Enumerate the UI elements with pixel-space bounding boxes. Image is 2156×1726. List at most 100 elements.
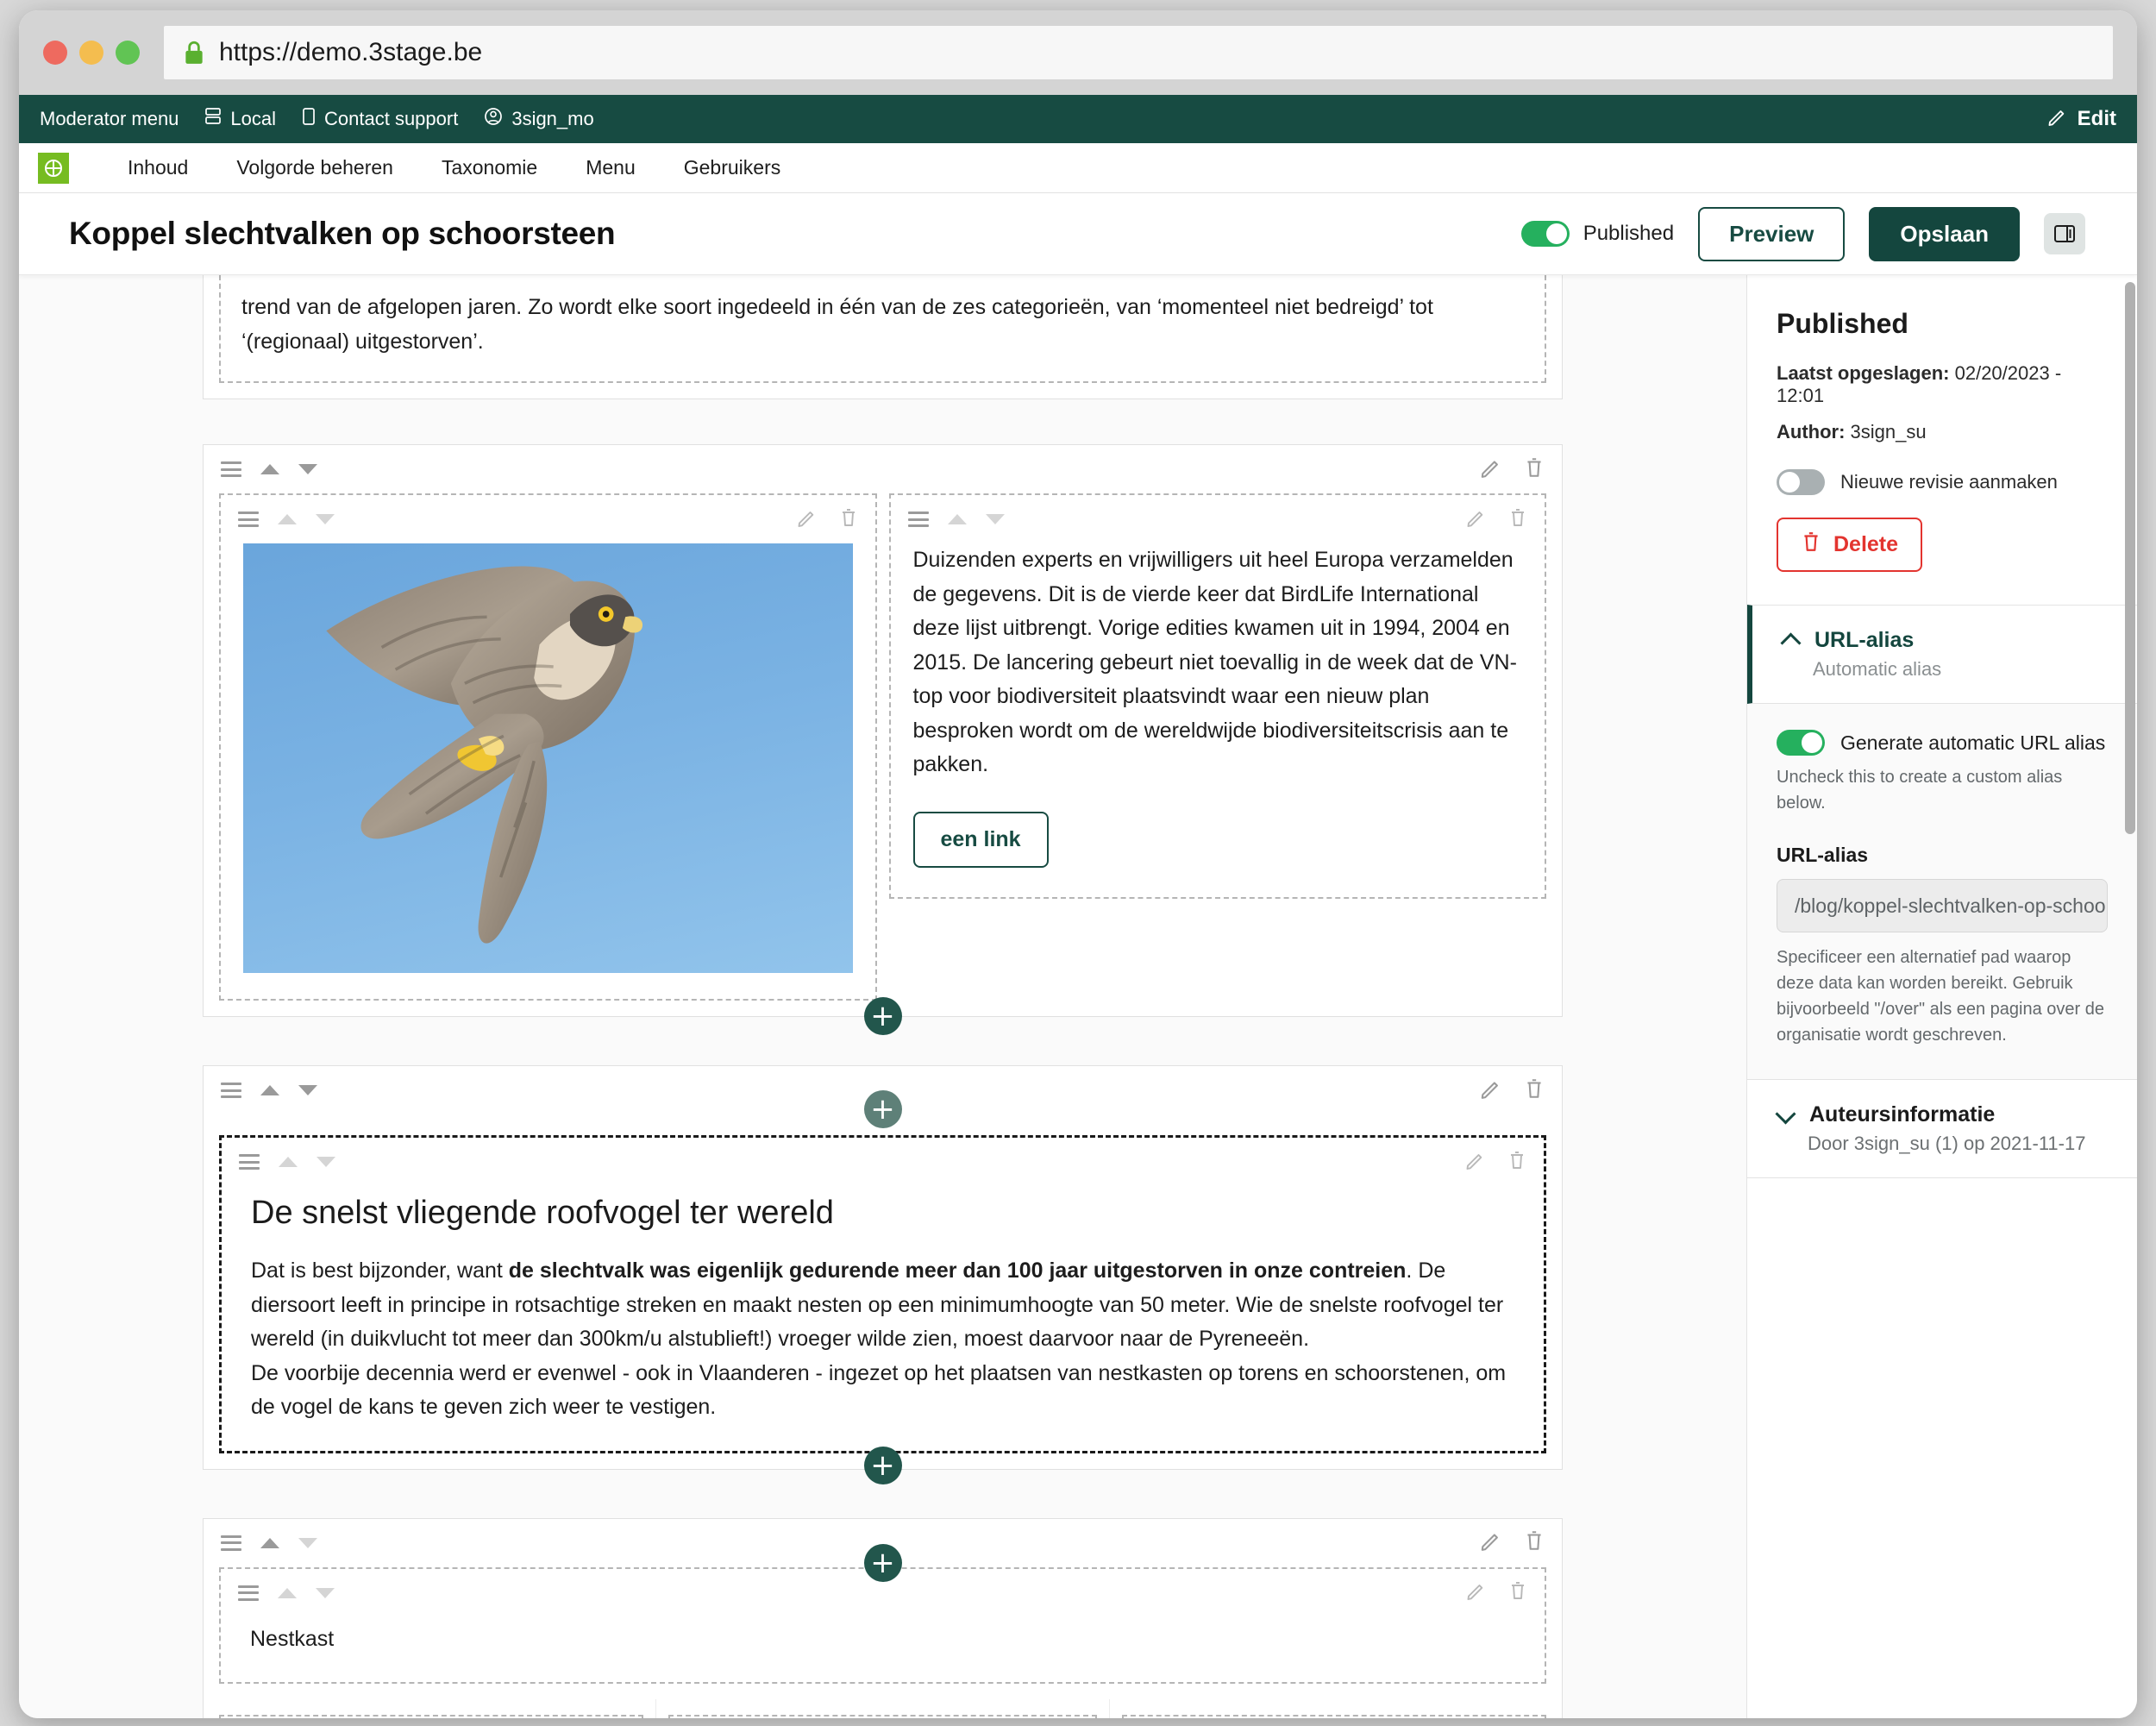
move-down-icon[interactable]: [316, 514, 335, 524]
nav-item-taxonomie[interactable]: Taxonomie: [417, 156, 561, 179]
layout-row-intro[interactable]: trend van de afgelopen jaren. Zo wordt e…: [203, 275, 1563, 399]
move-down-icon[interactable]: [317, 1157, 335, 1167]
author-info-section-header[interactable]: Auteursinformatie Door 3sign_su (1) op 2…: [1747, 1080, 2137, 1178]
block-text-and-link[interactable]: Duizenden experts en vrijwilligers uit h…: [888, 493, 1546, 899]
published-toggle[interactable]: [1520, 221, 1570, 247]
drag-handle-icon[interactable]: [221, 1083, 241, 1098]
three-col-cell-1: Toen er in 2011 herstellings- en: [204, 1699, 657, 1718]
move-down-icon[interactable]: [298, 464, 317, 474]
block-toolbar-text[interactable]: [891, 495, 1545, 543]
moderator-menu-item[interactable]: Moderator menu: [40, 108, 179, 130]
move-up-icon[interactable]: [260, 1537, 279, 1548]
url-alias-field-help: Specificeer een alternatief pad waarop d…: [1777, 948, 2104, 1045]
chevron-down-icon[interactable]: [1777, 1107, 1796, 1126]
pencil-edit-icon[interactable]: [1464, 1150, 1485, 1175]
nav-item-gebruikers[interactable]: Gebruikers: [660, 156, 805, 179]
maximize-window-button[interactable]: [116, 41, 140, 65]
move-up-icon[interactable]: [279, 1157, 298, 1167]
user-menu-item[interactable]: 3sign_mo: [484, 107, 594, 131]
preview-button[interactable]: Preview: [1698, 206, 1846, 261]
nav-item-volgorde-beheren[interactable]: Volgorde beheren: [212, 156, 417, 179]
trash-delete-icon[interactable]: [839, 507, 858, 532]
block-toolbar-image[interactable]: [221, 495, 875, 543]
generate-automatic-url-alias-toggle[interactable]: [1777, 730, 1825, 756]
pencil-edit-icon[interactable]: [1479, 1077, 1501, 1104]
block-image[interactable]: [219, 493, 877, 1001]
sidebar-scrollbar[interactable]: [2125, 282, 2135, 834]
pencil-edit-icon[interactable]: [1465, 507, 1486, 532]
block-heading-text-selected[interactable]: De snelst vliegende roofvogel ter wereld…: [219, 1135, 1546, 1453]
add-block-button-below-two-column[interactable]: +: [863, 997, 902, 1035]
drag-handle-icon[interactable]: [238, 1585, 259, 1601]
move-up-icon[interactable]: [278, 514, 297, 524]
move-down-icon[interactable]: [298, 1537, 317, 1548]
url-alias-header-row[interactable]: URL-alias: [1782, 628, 2108, 653]
move-down-icon[interactable]: [985, 514, 1005, 524]
pencil-edit-icon[interactable]: [1479, 1529, 1501, 1556]
trash-delete-icon[interactable]: [1508, 1580, 1527, 1605]
pencil-edit-icon[interactable]: [1465, 1580, 1486, 1605]
block-col3[interactable]: Een beslissing die niet alleen goed was: [1121, 1715, 1546, 1718]
window-controls[interactable]: [43, 41, 140, 65]
trash-delete-icon: [1801, 530, 1821, 559]
sidebar-panel-icon[interactable]: [2044, 213, 2085, 254]
url-alias-section-header[interactable]: URL-alias Automatic alias: [1747, 605, 2137, 704]
author-row: Author: 3sign_su: [1777, 421, 2108, 443]
drag-handle-icon[interactable]: [239, 1154, 260, 1170]
pencil-edit-icon[interactable]: [1479, 456, 1501, 483]
layout-row-two-column[interactable]: Duizenden experts en vrijwilligers uit h…: [203, 444, 1563, 1035]
nav-item-menu[interactable]: Menu: [561, 156, 660, 179]
add-block-button-between-rows[interactable]: +: [863, 1544, 902, 1582]
save-button[interactable]: Opslaan: [1869, 206, 2020, 261]
delete-button[interactable]: Delete: [1777, 518, 1923, 572]
add-block-button-below-heading[interactable]: +: [863, 1446, 902, 1484]
chevron-up-icon[interactable]: [1782, 632, 1801, 651]
drag-handle-icon[interactable]: [221, 461, 241, 477]
add-block-button-inside-heading-row[interactable]: +: [863, 1090, 902, 1128]
trash-delete-icon[interactable]: [1524, 456, 1545, 483]
author-info-header-row[interactable]: Auteursinformatie: [1777, 1102, 2108, 1127]
edit-mode-toggle[interactable]: Edit: [2046, 106, 2116, 133]
layout-row-heading[interactable]: + De snelst vliegende roofvogel ter were…: [203, 1065, 1563, 1484]
trash-delete-icon[interactable]: [1524, 1529, 1545, 1556]
generate-alias-row[interactable]: Generate automatic URL alias: [1777, 730, 2108, 756]
layout-builder-canvas[interactable]: trend van de afgelopen jaren. Zo wordt e…: [19, 275, 1746, 1718]
url-alias-subtitle: Automatic alias: [1813, 658, 1942, 680]
block-col2-image[interactable]: [668, 1715, 1097, 1718]
minimize-window-button[interactable]: [79, 41, 103, 65]
local-menu-item[interactable]: Local: [204, 107, 276, 131]
block-nestkast[interactable]: Nestkast: [219, 1566, 1546, 1684]
drag-handle-icon[interactable]: [238, 512, 259, 527]
block-toolbar-heading[interactable]: [222, 1138, 1544, 1186]
block-toolbar-col2[interactable]: [670, 1717, 1094, 1718]
browser-window: https://demo.3stage.be Moderator menu Lo…: [19, 10, 2137, 1718]
move-up-icon[interactable]: [260, 464, 279, 474]
nav-item-inhoud[interactable]: Inhoud: [103, 156, 212, 179]
published-toggle-group[interactable]: Published: [1520, 221, 1674, 247]
site-logo-icon[interactable]: [38, 152, 69, 184]
node-settings-sidebar[interactable]: Published Laatst opgeslagen: 02/20/2023 …: [1746, 275, 2137, 1718]
move-down-icon[interactable]: [298, 1085, 317, 1095]
new-revision-toggle[interactable]: [1777, 469, 1825, 495]
een-link-button[interactable]: een link: [912, 811, 1049, 868]
address-bar[interactable]: https://demo.3stage.be: [164, 26, 2113, 79]
block-toolbar-col3[interactable]: [1124, 1717, 1545, 1718]
move-up-icon[interactable]: [947, 514, 967, 524]
block-intro-text[interactable]: trend van de afgelopen jaren. Zo wordt e…: [219, 275, 1546, 383]
trash-delete-icon[interactable]: [1507, 1150, 1526, 1175]
pencil-edit-icon[interactable]: [796, 507, 817, 532]
block-toolbar-col1[interactable]: [221, 1717, 642, 1718]
contact-support-menu-item[interactable]: Contact support: [302, 107, 458, 131]
move-down-icon[interactable]: [316, 1587, 335, 1598]
url-alias-input[interactable]: /blog/koppel-slechtvalken-op-schoor: [1777, 879, 2108, 932]
drag-handle-icon[interactable]: [907, 512, 929, 527]
block-col1[interactable]: Toen er in 2011 herstellings- en: [219, 1715, 644, 1718]
trash-delete-icon[interactable]: [1524, 1077, 1545, 1104]
new-revision-row[interactable]: Nieuwe revisie aanmaken: [1777, 469, 2108, 495]
move-up-icon[interactable]: [278, 1587, 297, 1598]
move-up-icon[interactable]: [260, 1085, 279, 1095]
drag-handle-icon[interactable]: [221, 1535, 241, 1551]
row-toolbar[interactable]: [204, 445, 1562, 493]
close-window-button[interactable]: [43, 41, 67, 65]
trash-delete-icon[interactable]: [1508, 507, 1527, 532]
